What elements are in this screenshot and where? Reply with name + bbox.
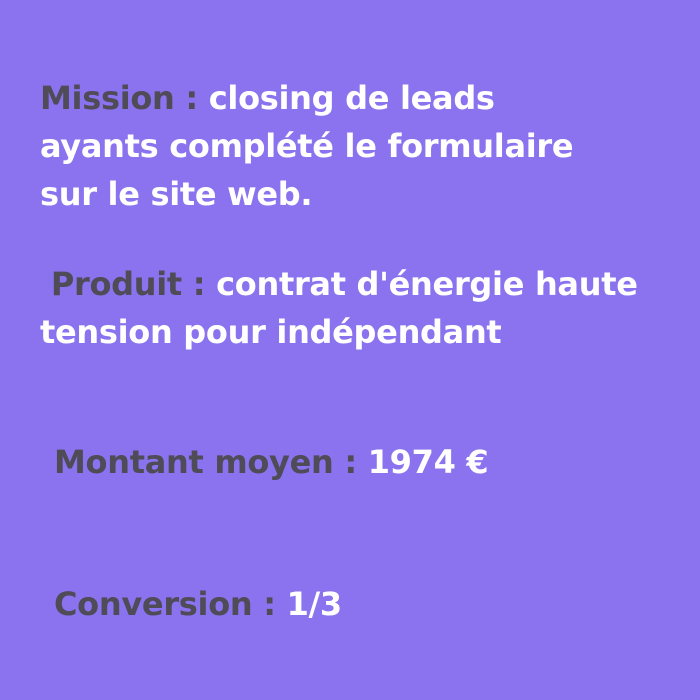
produit-text-line-1: contrat d'énergie haute <box>216 265 638 303</box>
produit-label: Produit : <box>50 265 206 303</box>
montant-block: Montant moyen : 1974 € <box>54 438 489 486</box>
conversion-value: 1/3 <box>286 585 343 623</box>
mission-text-line-3: sur le site web. <box>40 175 313 213</box>
montant-value: 1974 € <box>367 443 489 481</box>
mission-text-line-1: closing de leads <box>208 79 495 117</box>
produit-block: Produit : contrat d'énergie haute tensio… <box>40 260 680 356</box>
montant-label: Montant moyen : <box>54 443 357 481</box>
info-card: Mission : closing de leads ayants complé… <box>0 0 700 700</box>
conversion-block: Conversion : 1/3 <box>54 580 342 628</box>
conversion-label: Conversion : <box>54 585 276 623</box>
mission-block: Mission : closing de leads ayants complé… <box>40 74 640 218</box>
mission-text-line-2: ayants complété le formulaire <box>40 127 574 165</box>
mission-label: Mission : <box>40 79 198 117</box>
produit-text-line-2: tension pour indépendant <box>40 313 502 351</box>
